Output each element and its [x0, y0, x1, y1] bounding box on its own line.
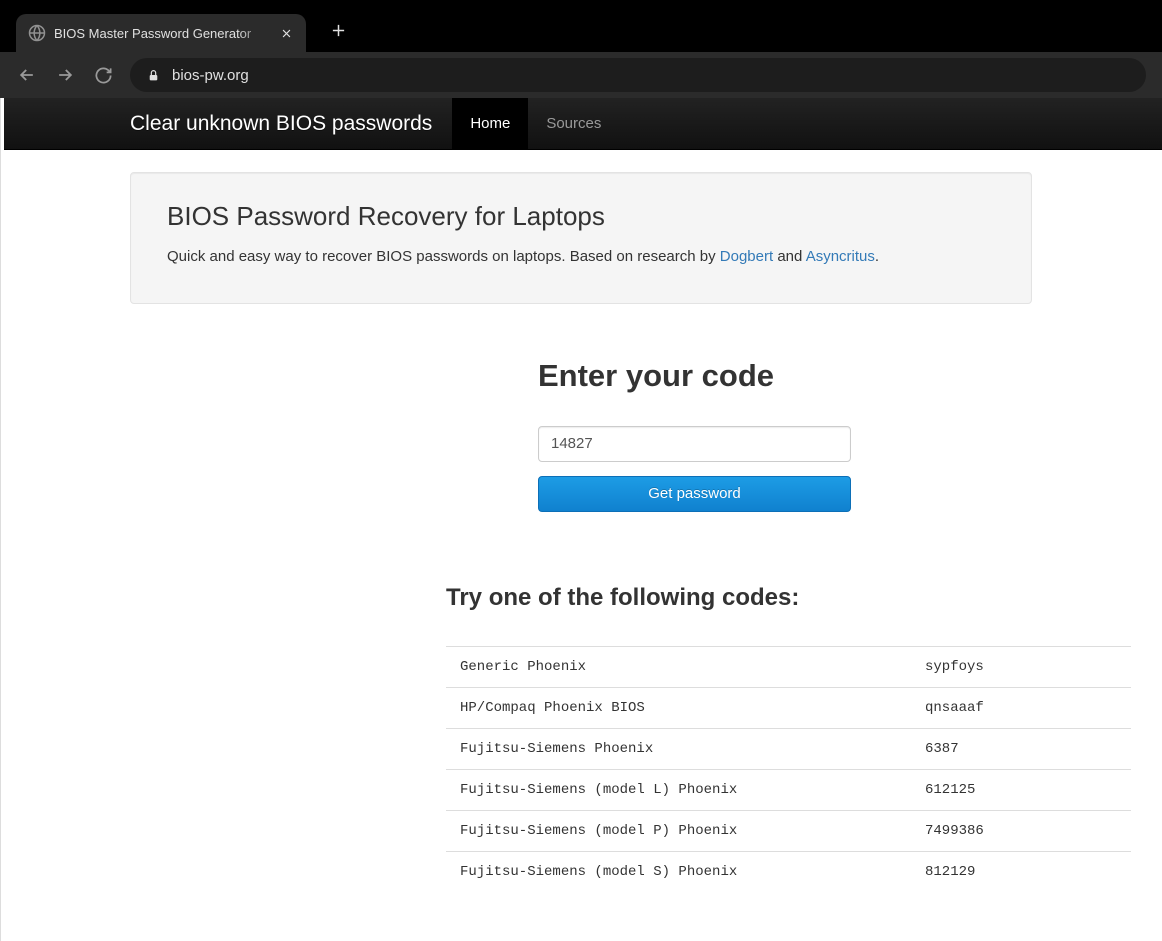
result-code: 612125: [911, 769, 1131, 810]
result-code: 7499386: [911, 810, 1131, 851]
link-dogbert[interactable]: Dogbert: [720, 248, 773, 265]
table-row: Fujitsu-Siemens Phoenix6387: [446, 728, 1131, 769]
form-section: Enter your code Get password: [130, 358, 1032, 512]
close-icon[interactable]: [278, 25, 294, 41]
navbar-brand[interactable]: Clear unknown BIOS passwords: [130, 112, 432, 136]
address-bar[interactable]: bios-pw.org: [130, 58, 1146, 92]
results-table: Generic PhoenixsypfoysHP/Compaq Phoenix …: [446, 646, 1131, 892]
result-name: Fujitsu-Siemens Phoenix: [446, 728, 911, 769]
browser-toolbar: bios-pw.org: [0, 52, 1162, 98]
link-asyncritus[interactable]: Asyncritus: [806, 248, 875, 265]
lock-icon: [146, 68, 160, 82]
result-name: Fujitsu-Siemens (model L) Phoenix: [446, 769, 911, 810]
new-tab-button[interactable]: [324, 16, 352, 44]
tab-title: BIOS Master Password Generator: [54, 26, 270, 41]
nav-link[interactable]: Home: [452, 98, 528, 149]
results-section: Try one of the following codes: Generic …: [130, 584, 1032, 892]
page: Clear unknown BIOS passwords Home Source…: [0, 98, 1162, 941]
reload-icon[interactable]: [92, 64, 114, 86]
get-password-button[interactable]: Get password: [538, 476, 851, 512]
result-name: Fujitsu-Siemens (model P) Phoenix: [446, 810, 911, 851]
navbar-nav: Home Sources: [452, 98, 619, 149]
intro-well: BIOS Password Recovery for Laptops Quick…: [130, 172, 1032, 304]
browser-tab[interactable]: BIOS Master Password Generator: [16, 14, 306, 52]
page-left-edge: [0, 98, 4, 941]
nav-item-sources[interactable]: Sources: [528, 98, 619, 149]
globe-icon: [28, 24, 46, 42]
table-row: HP/Compaq Phoenix BIOSqnsaaaf: [446, 687, 1131, 728]
result-name: Generic Phoenix: [446, 646, 911, 687]
result-code: qnsaaaf: [911, 687, 1131, 728]
result-name: Fujitsu-Siemens (model S) Phoenix: [446, 851, 911, 892]
forward-icon[interactable]: [54, 64, 76, 86]
nav-item-home[interactable]: Home: [452, 98, 528, 149]
table-row: Fujitsu-Siemens (model S) Phoenix812129: [446, 851, 1131, 892]
table-row: Generic Phoenixsypfoys: [446, 646, 1131, 687]
tab-bar: BIOS Master Password Generator: [0, 0, 1162, 52]
intro-text: Quick and easy way to recover BIOS passw…: [167, 246, 995, 269]
code-input[interactable]: [538, 426, 851, 462]
result-name: HP/Compaq Phoenix BIOS: [446, 687, 911, 728]
result-code: 812129: [911, 851, 1131, 892]
site-navbar: Clear unknown BIOS passwords Home Source…: [0, 98, 1162, 150]
form-heading: Enter your code: [538, 358, 1032, 394]
table-row: Fujitsu-Siemens (model P) Phoenix7499386: [446, 810, 1131, 851]
url-text: bios-pw.org: [172, 67, 249, 84]
page-title: BIOS Password Recovery for Laptops: [167, 201, 995, 232]
result-code: 6387: [911, 728, 1131, 769]
result-code: sypfoys: [911, 646, 1131, 687]
container: BIOS Password Recovery for Laptops Quick…: [0, 150, 1162, 892]
nav-link[interactable]: Sources: [528, 98, 619, 149]
browser-chrome: BIOS Master Password Generator: [0, 0, 1162, 98]
results-heading: Try one of the following codes:: [446, 584, 1032, 612]
back-icon[interactable]: [16, 64, 38, 86]
table-row: Fujitsu-Siemens (model L) Phoenix612125: [446, 769, 1131, 810]
